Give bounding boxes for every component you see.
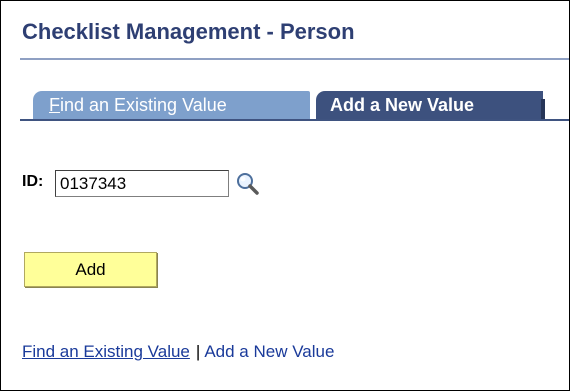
link-find-existing-value[interactable]: Find an Existing Value: [22, 342, 190, 361]
add-button[interactable]: Add: [24, 252, 157, 287]
link-add-new-value: Add a New Value: [204, 342, 335, 361]
tab-find-label: ind an Existing Value: [60, 95, 227, 115]
tab-bar-divider: [20, 119, 569, 121]
page-title: Checklist Management - Person: [22, 19, 355, 44]
page-frame: Checklist Management - Person Find an Ex…: [0, 0, 570, 391]
title-divider: [20, 58, 569, 60]
magnifier-icon-graphic: [237, 173, 259, 195]
tab-add-new-value[interactable]: Add a New Value: [316, 91, 543, 119]
id-label: ID:: [22, 173, 44, 190]
tab-find-access-key: F: [49, 95, 60, 115]
link-separator: |: [195, 342, 201, 361]
tab-find-existing-value[interactable]: Find an Existing Value: [33, 91, 310, 119]
magnifier-lookup-icon[interactable]: [235, 171, 261, 197]
footer-links: Find an Existing Value | Add a New Value: [22, 342, 334, 362]
id-input[interactable]: [55, 170, 229, 197]
tab-shadow-edge: [541, 99, 545, 119]
